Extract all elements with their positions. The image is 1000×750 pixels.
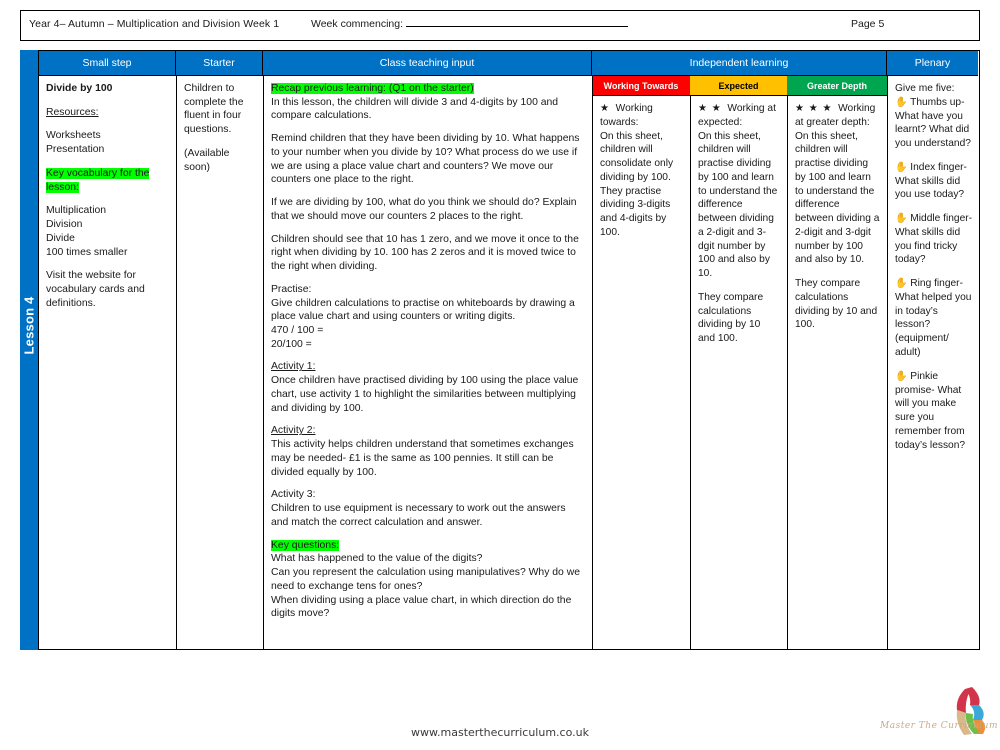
page-header-bar: Year 4– Autumn – Multiplication and Divi… (20, 10, 980, 41)
practise-block: Practise: Give children calculations to p… (271, 283, 585, 352)
star-rating-icon: ★ (600, 103, 610, 114)
activity-3-label: Activity 3: (271, 489, 316, 501)
cell-working-towards: ★ Working towards: On this sheet, childre… (593, 96, 690, 649)
calculation-2: 20/100 = (271, 338, 312, 350)
resources-label: Resources: (46, 106, 99, 118)
page-number: Page 5 (851, 18, 885, 30)
vocabulary-list: Multiplication Division Divide 100 times… (46, 205, 128, 258)
ability-header-expected: Expected (690, 76, 787, 96)
cell-expected: ★ ★ Working at expected: On this sheet, c… (691, 96, 787, 649)
small-step-title: Divide by 100 (46, 83, 113, 94)
practise-label: Practise: (271, 283, 312, 295)
recap-label: Recap previous learning: (Q1 on the star… (271, 83, 474, 94)
lesson-plan-page: Year 4– Autumn – Multiplication and Divi… (0, 0, 1000, 750)
hand-icon: ✋ (895, 161, 908, 173)
week-commencing-field: Week commencing: (311, 18, 629, 30)
greater-depth-block: ★ ★ ★ Working at greater depth: On this s… (795, 102, 880, 267)
activity-2-body: This activity helps children understand … (271, 439, 574, 478)
plenary-item-pinkie-block: ✋ Pinkie promise- What will you make sur… (895, 370, 972, 453)
para-zeros: Children should see that 10 has 1 zero, … (271, 233, 579, 273)
para-dividing-100: If we are dividing by 100, what do you t… (271, 197, 577, 222)
working-towards-body: On this sheet, children will consolidate… (600, 130, 674, 238)
recap-body: In this lesson, the children will divide… (271, 96, 559, 122)
star-rating-icon: ★ ★ ★ (795, 103, 833, 114)
hand-icon: ✋ (895, 96, 908, 108)
week-commencing-label: Week commencing: (311, 18, 404, 30)
cell-plenary: Give me five: ✋ Thumbs up- What have you … (888, 76, 979, 649)
plenary-intro-block: Give me five: ✋ Thumbs up- What have you … (895, 82, 972, 151)
activity-1-body: Once children have practised dividing by… (271, 375, 579, 414)
brand-logo: Master The Curriculum (880, 683, 998, 745)
lesson-table: Lesson 4 Small step Starter Class teachi… (20, 50, 980, 650)
plenary-item-thumbs-up: Thumbs up- What have you learnt? What di… (895, 96, 971, 150)
practise-body: Give children calculations to practise o… (271, 297, 575, 323)
greater-depth-body2: They compare calculations dividing by 10… (795, 278, 878, 331)
resources-list: Worksheets Presentation (46, 130, 105, 156)
key-questions-label: Key questions: (271, 539, 340, 551)
greater-depth-body: On this sheet, children will practise di… (795, 130, 880, 266)
ability-header-greater-depth: Greater Depth (787, 76, 887, 96)
week-commencing-blank-line[interactable] (406, 18, 629, 27)
key-questions-block: Key questions: What has happened to the v… (271, 539, 585, 621)
calculation-1: 470 / 100 = (271, 325, 324, 337)
activity-1-block: Activity 1: Once children have practised … (271, 360, 585, 415)
activity-1-label: Activity 1: (271, 361, 316, 373)
plenary-item-pinkie: Pinkie promise- What will you make sure … (895, 370, 966, 451)
key-vocabulary-label: Key vocabulary for the lesson: (46, 167, 150, 193)
expected-body: On this sheet, children will practise di… (698, 130, 778, 280)
plenary-item-ring-block: ✋ Ring finger- What helped you in today’… (895, 277, 972, 360)
column-header-small-step: Small step (39, 51, 176, 76)
plenary-item-index-block: ✋ Index finger- What skills did you use … (895, 161, 972, 202)
cell-starter: Children to complete the fluent in four … (177, 76, 263, 649)
hand-icon: ✋ (895, 278, 908, 290)
plenary-item-ring-finger: Ring finger- What helped you in today’s … (895, 278, 972, 359)
unit-title: Year 4– Autumn – Multiplication and Divi… (29, 18, 280, 30)
starter-body: Children to complete the fluent in four … (184, 83, 244, 136)
star-rating-icon: ★ ★ (698, 103, 722, 114)
cell-class-teaching-input: Recap previous learning: (Q1 on the star… (264, 76, 592, 649)
logo-wordmark: Master The Curriculum (880, 721, 999, 731)
expected-body2: They compare calculations dividing by 10… (698, 291, 764, 345)
column-header-starter: Starter (176, 51, 263, 76)
para-remind: Remind children that they have been divi… (271, 133, 580, 186)
hand-icon: ✋ (895, 370, 908, 382)
plenary-item-middle-finger: Middle finger- What skills did you find … (895, 213, 973, 266)
column-header-plenary: Plenary (887, 51, 978, 76)
working-towards-block: ★ Working towards: On this sheet, childre… (600, 102, 683, 240)
hand-icon: ✋ (895, 213, 908, 225)
lesson-spine: Lesson 4 (20, 50, 38, 650)
logo-flame-icon (956, 687, 986, 735)
activity-2-block: Activity 2: This activity helps children … (271, 424, 585, 479)
key-questions-list: What has happened to the value of the di… (271, 553, 581, 620)
recap-block: Recap previous learning: (Q1 on the star… (271, 82, 585, 123)
cell-small-step: Divide by 100 Resources: Worksheets Pres… (39, 76, 176, 649)
cell-greater-depth: ★ ★ ★ Working at greater depth: On this s… (788, 96, 887, 649)
column-header-class-teaching-input: Class teaching input (263, 51, 592, 76)
column-header-row: Small step Starter Class teaching input … (39, 51, 979, 76)
activity-3-block: Activity 3: Children to use equipment is … (271, 488, 585, 529)
ability-header-working-towards: Working Towards (592, 76, 690, 96)
footer-website-url[interactable]: www.masterthecurriculum.co.uk (0, 726, 1000, 739)
starter-availability: (Available soon) (184, 147, 230, 173)
website-note: Visit the website for vocabulary cards a… (46, 270, 145, 309)
lesson-grid: Small step Starter Class teaching input … (38, 50, 980, 650)
plenary-item-middle-block: ✋ Middle finger- What skills did you fin… (895, 212, 972, 267)
activity-2-label: Activity 2: (271, 425, 316, 437)
lesson-spine-label: Lesson 4 (21, 296, 37, 355)
expected-block: ★ ★ Working at expected: On this sheet, c… (698, 102, 780, 281)
plenary-intro: Give me five: (895, 83, 955, 94)
activity-3-body: Children to use equipment is necessary t… (271, 503, 566, 528)
column-header-independent-learning: Independent learning (592, 51, 887, 76)
